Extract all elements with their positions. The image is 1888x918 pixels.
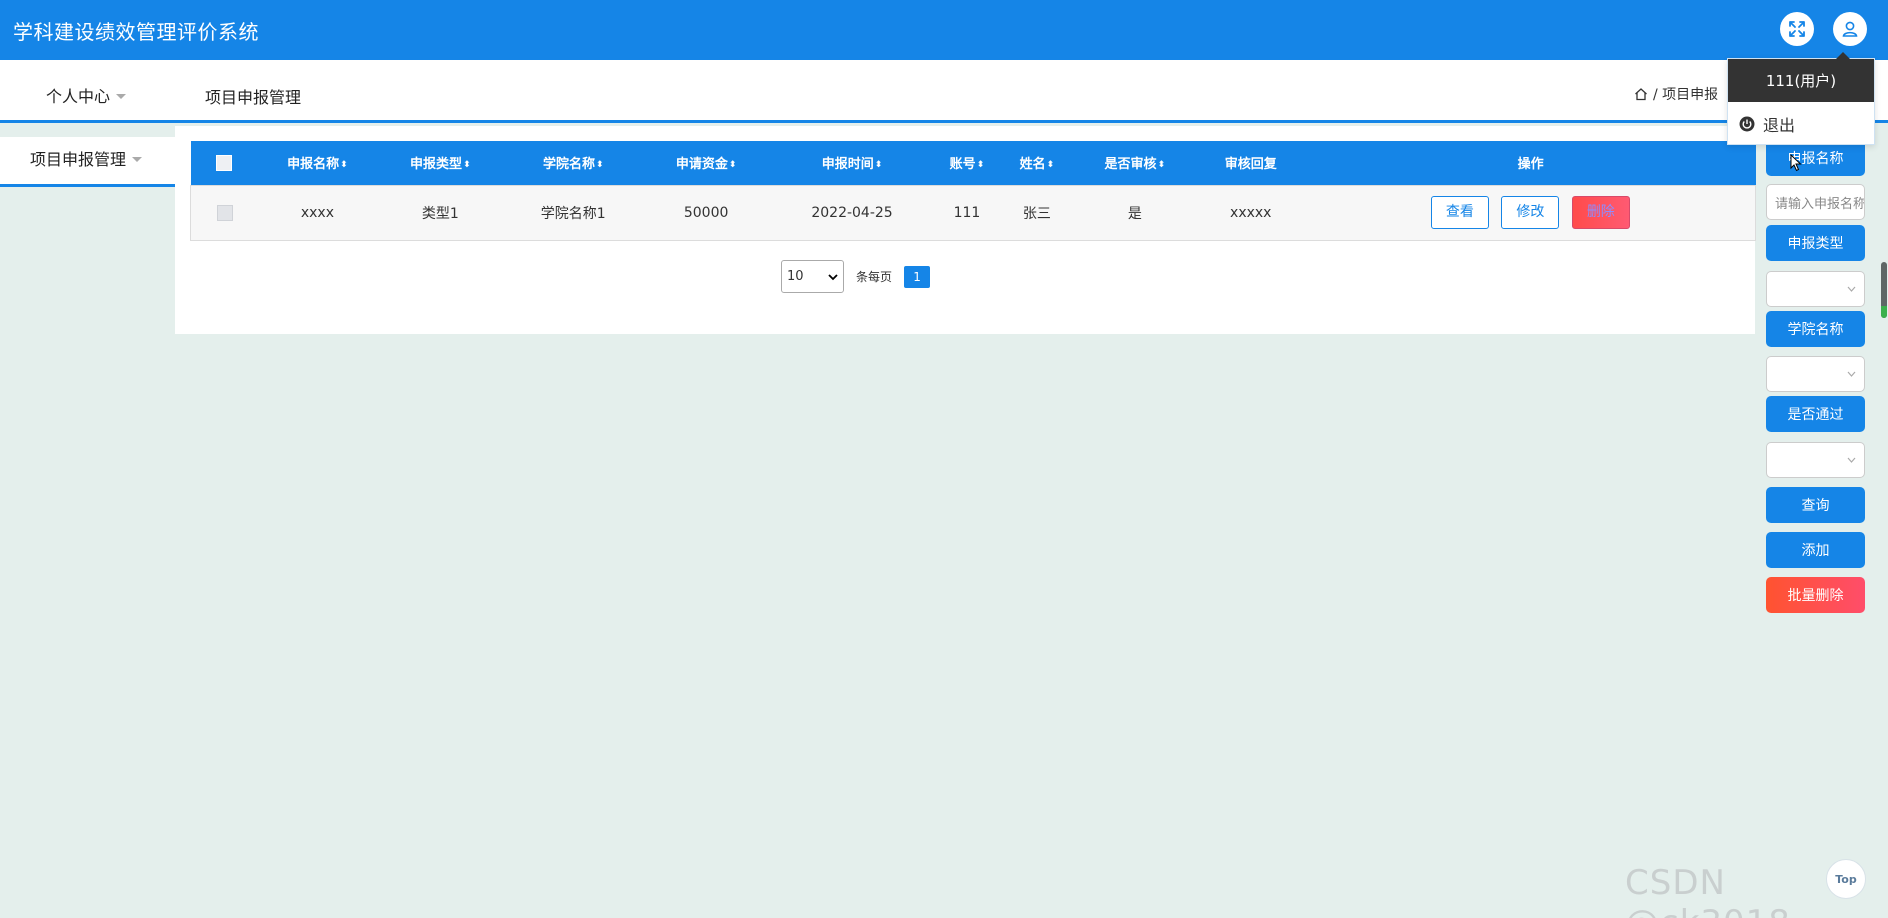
chevron-down-icon <box>1847 286 1856 292</box>
table-cell: 学院名称1 <box>540 205 606 222</box>
scrollbar[interactable] <box>1881 262 1887 318</box>
delete-button[interactable]: 删除 <box>1571 196 1630 229</box>
type-select[interactable] <box>1766 271 1865 307</box>
edit-button[interactable]: 修改 <box>1501 196 1560 229</box>
column-header[interactable]: 学院名称⬍ <box>504 141 642 185</box>
column-header: 操作 <box>1517 157 1544 173</box>
column-header[interactable]: 是否审核⬍ <box>1074 141 1196 185</box>
sort-icon[interactable]: ⬍ <box>977 160 985 170</box>
actions-cell: 查看 修改 删除 <box>1306 185 1756 240</box>
table-cell: xxxx <box>300 204 334 221</box>
side-menu-item-label: 项目申报管理 <box>30 150 127 169</box>
fullscreen-button[interactable] <box>1780 12 1814 46</box>
type-search-label: 申报类型 <box>1766 225 1865 261</box>
user-dropdown: 111(用户) 退出 <box>1727 52 1875 145</box>
college-search-label: 学院名称 <box>1766 311 1865 347</box>
select-all-checkbox-cell <box>191 141 259 185</box>
column-header[interactable]: 申请资金⬍ <box>642 141 770 185</box>
row-checkbox[interactable] <box>216 204 233 221</box>
expand-arrows-icon <box>1789 21 1805 37</box>
college-select[interactable] <box>1766 356 1865 392</box>
query-button[interactable]: 查询 <box>1766 487 1865 523</box>
sort-icon[interactable]: ⬍ <box>340 160 348 170</box>
table-cell: 50000 <box>683 204 729 221</box>
user-menu-button[interactable] <box>1833 12 1867 46</box>
username-label: 111(用户) <box>1728 59 1874 102</box>
watermark: CSDN @ck3018 <box>1625 863 1790 918</box>
top-nav: 个人中心 项目申报管理 / 项目申报 <box>0 60 1888 123</box>
name-search-input[interactable]: 请输入申报名称 <box>1766 184 1865 220</box>
chevron-down-icon <box>828 273 838 280</box>
pagination: 10 条每页 1 <box>781 260 931 293</box>
table-cell: xxxxx <box>1230 204 1272 221</box>
side-menu-item-project[interactable]: 项目申报管理 <box>30 146 143 170</box>
row-checkbox-cell <box>191 185 259 240</box>
table-cell: 2022-04-25 <box>811 204 893 221</box>
chevron-down-icon <box>1847 457 1856 463</box>
caret-down-icon <box>116 93 127 99</box>
sort-icon[interactable]: ⬍ <box>1158 160 1166 170</box>
mouse-cursor-icon <box>1790 154 1802 172</box>
app-title: 学科建设绩效管理评价系统 <box>13 20 259 44</box>
page-number-button[interactable]: 1 <box>904 265 931 288</box>
sort-icon[interactable]: ⬍ <box>729 160 737 170</box>
per-page-label: 条每页 <box>856 270 893 284</box>
column-header[interactable]: 账号⬍ <box>934 141 1000 185</box>
user-icon <box>1842 21 1858 37</box>
chevron-down-icon <box>1847 371 1856 377</box>
name-search-label: 申报名称 <box>1766 140 1865 176</box>
nav-personal-center-label: 个人中心 <box>46 87 111 106</box>
top-header: 学科建设绩效管理评价系统 <box>0 0 1888 60</box>
add-button[interactable]: 添加 <box>1766 532 1865 568</box>
table-row: xxxx 类型1 学院名称1 50000 2022-04-25 111 张三 是… <box>190 185 1756 240</box>
breadcrumb-text: / 项目申报 <box>1653 87 1719 103</box>
column-header[interactable]: 姓名⬍ <box>1000 141 1074 185</box>
table-cell: 111 <box>953 204 981 221</box>
page-size-select[interactable]: 10 <box>781 260 844 293</box>
batch-delete-button[interactable]: 批量删除 <box>1766 577 1865 613</box>
sort-icon[interactable]: ⬍ <box>1047 160 1055 170</box>
view-button[interactable]: 查看 <box>1430 196 1489 229</box>
column-header[interactable]: 申报名称⬍ <box>258 141 376 185</box>
nav-personal-center[interactable]: 个人中心 <box>46 83 127 107</box>
table-cell: 类型1 <box>421 205 459 222</box>
passed-select[interactable] <box>1766 442 1865 478</box>
column-header: 审核回复 <box>1224 157 1277 173</box>
logout-item[interactable]: 退出 <box>1728 102 1874 145</box>
side-menu: 项目申报管理 <box>0 137 175 187</box>
table-header-row: 申报名称⬍ 申报类型⬍ 学院名称⬍ 申请资金⬍ 申报时间⬍ 账号⬍ 姓名⬍ 是否… <box>190 141 1756 185</box>
column-header[interactable]: 申报类型⬍ <box>376 141 504 185</box>
power-icon <box>1739 116 1755 131</box>
caret-down-icon <box>132 156 143 162</box>
sort-icon[interactable]: ⬍ <box>875 160 883 170</box>
logout-label: 退出 <box>1763 115 1796 135</box>
nav-project-mgmt[interactable]: 项目申报管理 <box>205 84 301 108</box>
sort-icon[interactable]: ⬍ <box>596 160 604 170</box>
data-table: 申报名称⬍ 申报类型⬍ 学院名称⬍ 申请资金⬍ 申报时间⬍ 账号⬍ 姓名⬍ 是否… <box>190 141 1756 241</box>
sort-icon[interactable]: ⬍ <box>463 160 471 170</box>
table-cell: 是 <box>1127 205 1142 222</box>
passed-search-label: 是否通过 <box>1766 396 1865 432</box>
select-all-checkbox[interactable] <box>216 154 233 171</box>
home-icon <box>1635 88 1647 101</box>
column-header[interactable]: 申报时间⬍ <box>770 141 934 185</box>
table-cell: 张三 <box>1022 205 1051 222</box>
page-size-value: 10 <box>787 269 804 284</box>
breadcrumb: / 项目申报 <box>1634 84 1718 104</box>
